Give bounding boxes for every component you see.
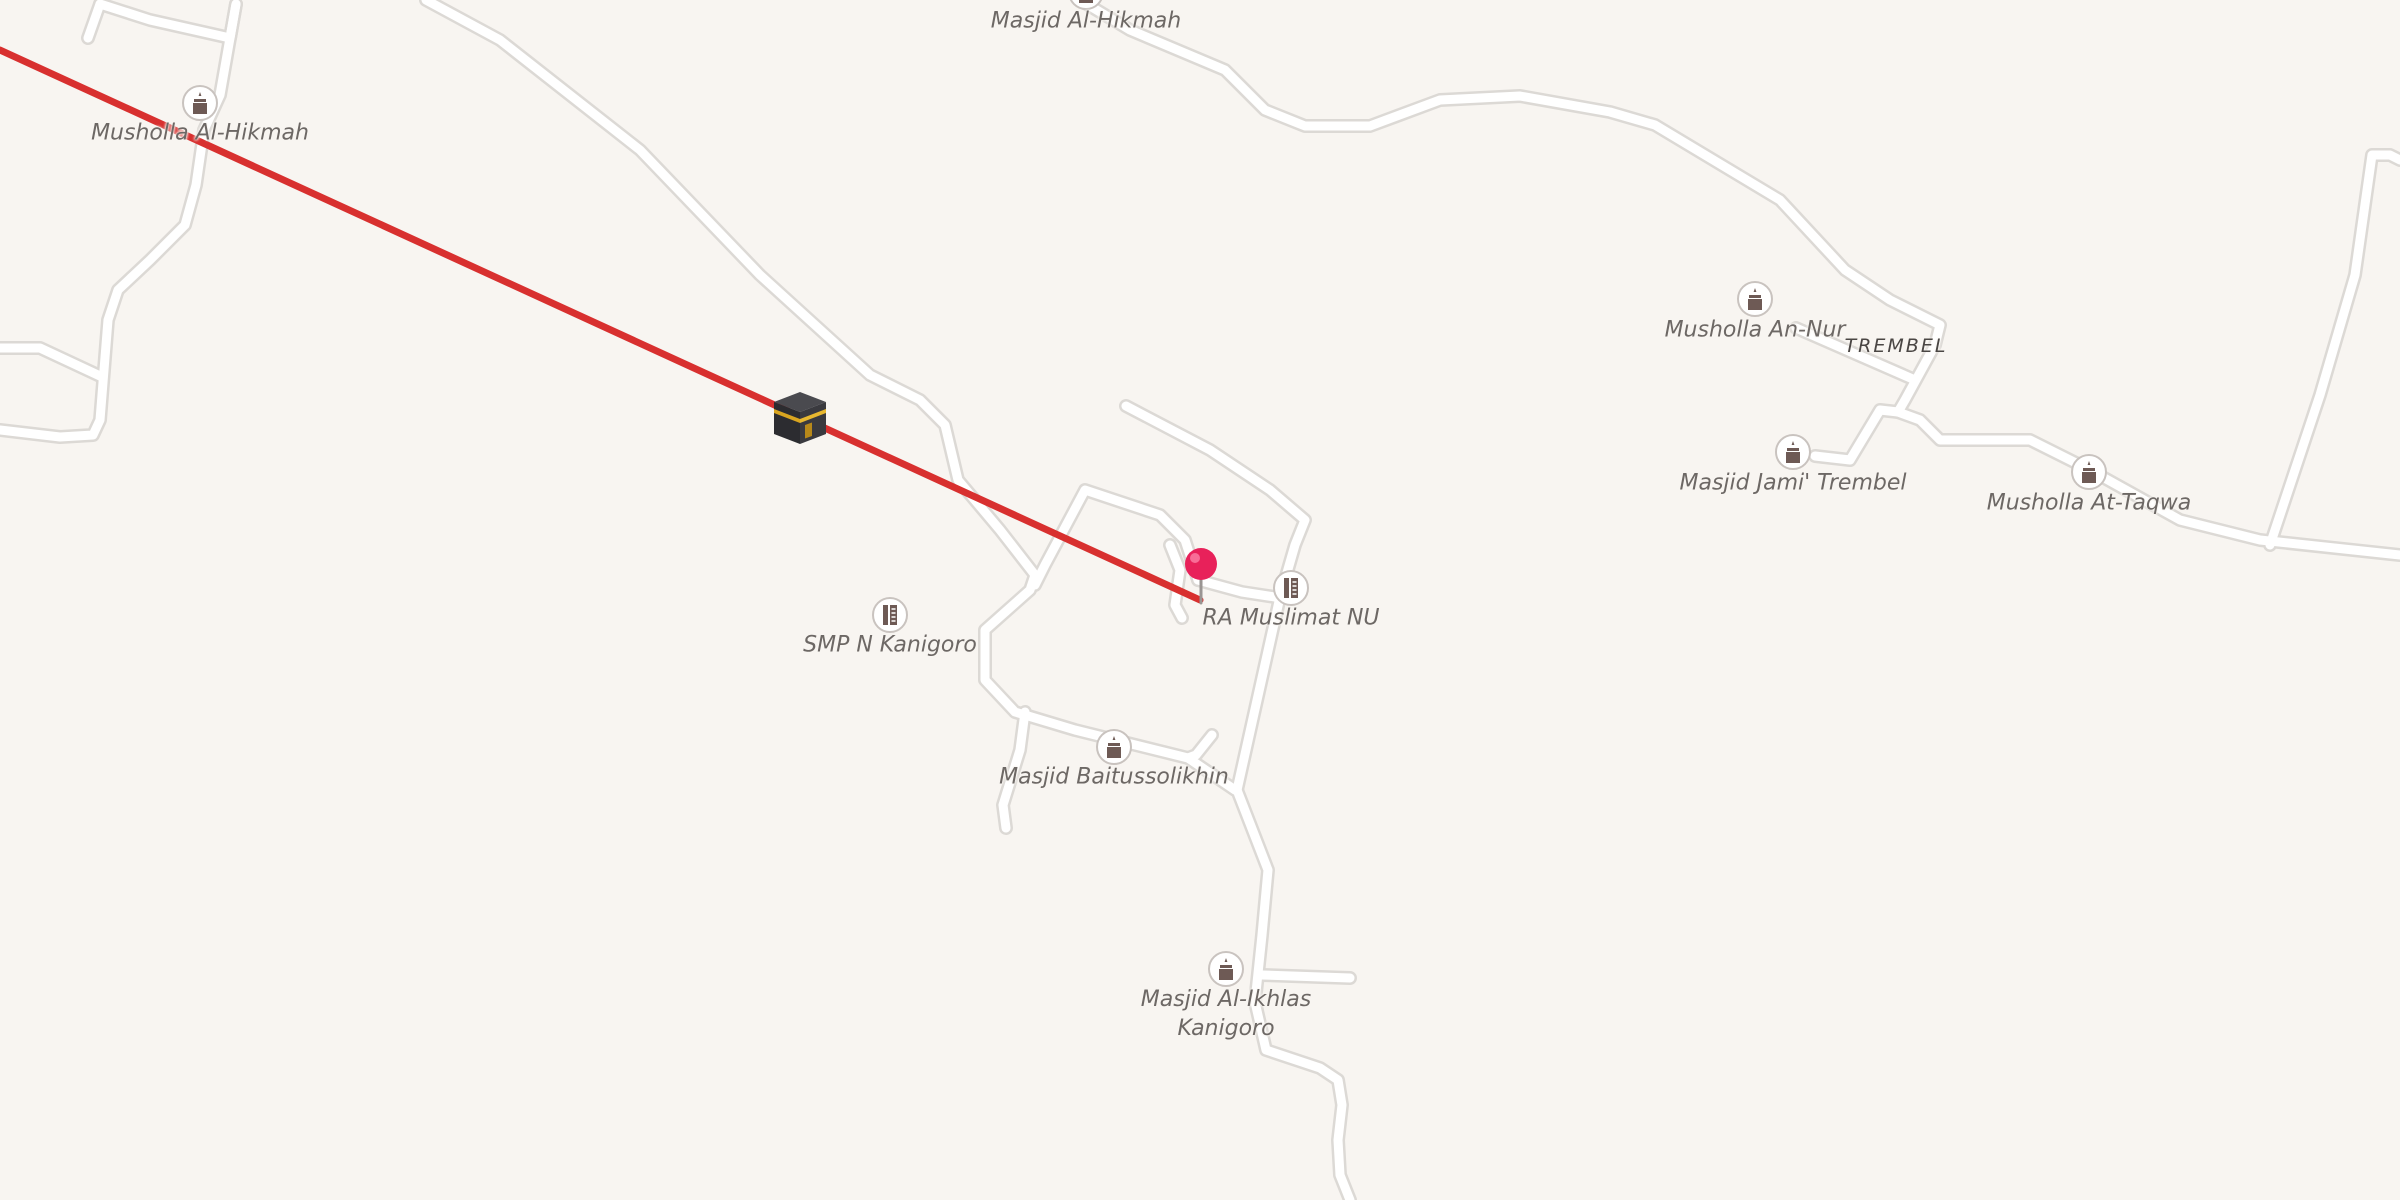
- poi-label-masjid-jami-trembel[interactable]: Masjid Jami' Trembel: [1679, 469, 1906, 498]
- poi-label-masjid-al-ikhlas-kanigoro[interactable]: Masjid Al-Ikhlas Kanigoro: [1141, 985, 1311, 1043]
- poi-label-musholla-at-taqwa[interactable]: Musholla At-Taqwa: [1987, 489, 2192, 518]
- mosque-icon[interactable]: [2070, 453, 2108, 491]
- poi-label-masjid-baitussolikhin[interactable]: Masjid Baitussolikhin: [999, 763, 1229, 792]
- poi-label-line: Masjid Al-Ikhlas: [1140, 987, 1312, 1012]
- poi-label-ra-muslimat-nu[interactable]: RA Muslimat NU: [1202, 604, 1379, 633]
- poi-label-smp-n-kanigoro[interactable]: SMP N Kanigoro: [803, 631, 977, 660]
- mosque-icon[interactable]: [1095, 728, 1133, 766]
- location-pin-icon[interactable]: [1182, 545, 1220, 607]
- poi-label-musholla-al-hikmah[interactable]: Musholla Al-Hikmah: [91, 119, 309, 148]
- poi-label-masjid-al-hikmah[interactable]: Masjid Al-Hikmah: [991, 7, 1181, 36]
- poi-label-line: Kanigoro: [1177, 1016, 1275, 1041]
- poi-label-musholla-an-nur[interactable]: Musholla An-Nur: [1665, 316, 1846, 345]
- school-icon[interactable]: [1272, 569, 1310, 607]
- place-label-trembel: TREMBEL: [1844, 335, 1948, 357]
- kaaba-icon[interactable]: [772, 388, 828, 446]
- mosque-icon[interactable]: [1207, 950, 1245, 988]
- school-icon[interactable]: [871, 596, 909, 634]
- map-canvas[interactable]: TREMBEL Masjid Al-Hikmah Musholla Al-Hik…: [0, 0, 2400, 1200]
- mosque-icon[interactable]: [1774, 433, 1812, 471]
- mosque-icon[interactable]: [1736, 280, 1774, 318]
- mosque-icon[interactable]: [181, 84, 219, 122]
